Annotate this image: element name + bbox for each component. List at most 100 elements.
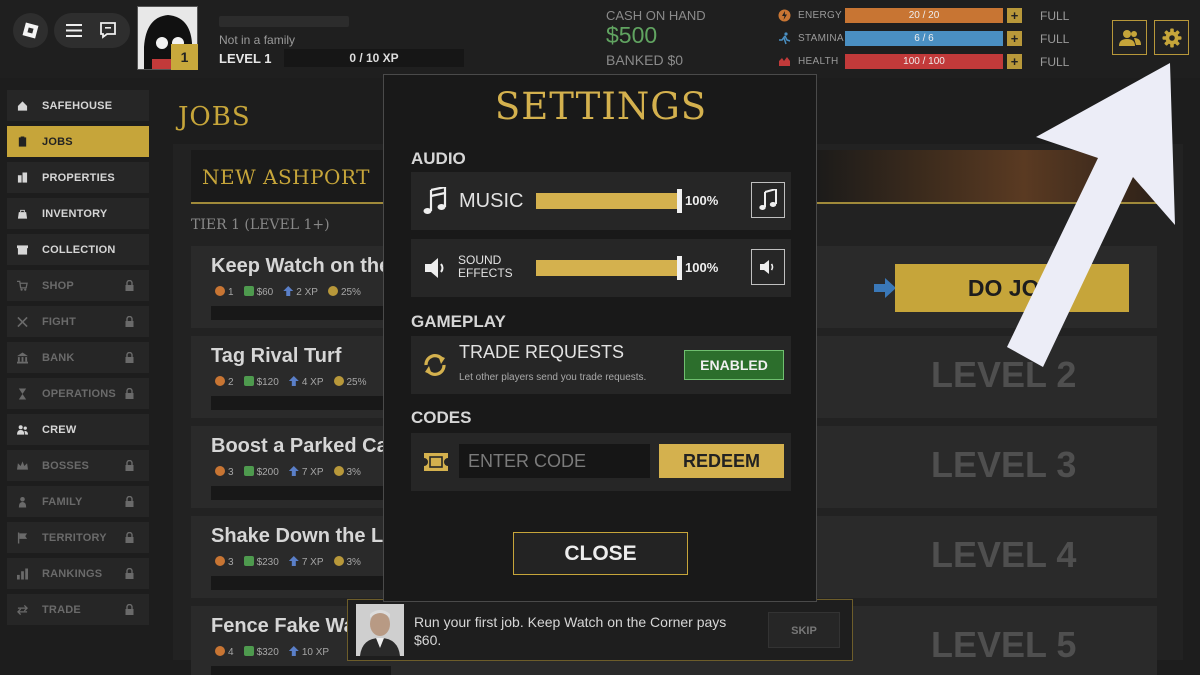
sidebar-item-label: SHOP: [42, 279, 74, 292]
sidebar-item-rankings[interactable]: RANKINGS: [7, 558, 149, 589]
xp-arrow-icon: [283, 286, 294, 296]
ticket-icon: [424, 453, 448, 471]
close-button[interactable]: CLOSE: [513, 532, 688, 575]
job-xp-value: 10 XP: [301, 647, 330, 658]
sidebar-item-properties[interactable]: PROPERTIES: [7, 162, 149, 193]
settings-button[interactable]: [1154, 20, 1189, 55]
job-loot: 3%: [333, 556, 361, 568]
clipboard-icon: [17, 136, 28, 147]
loot-bag-icon: [333, 556, 344, 566]
job-title: Boost a Parked Car: [211, 435, 396, 457]
sfx-label: SOUND EFFECTS: [458, 254, 513, 280]
code-input[interactable]: [459, 444, 650, 478]
job-energy-value: 1: [228, 287, 234, 298]
job-energy-value: 4: [228, 647, 234, 658]
stamina-stat: STAMINA 6 / 6 + FULL: [778, 31, 1078, 47]
chat-icon[interactable]: [99, 22, 117, 39]
cash-icon: [243, 556, 254, 566]
sidebar-item-label: COLLECTION: [42, 243, 116, 256]
energy-status: FULL: [1040, 9, 1070, 23]
job-energy: 3: [215, 556, 234, 568]
buildings-icon: [17, 172, 28, 183]
job-rewards: 3 $200 7 XP 3%: [215, 466, 371, 478]
roblox-logo-icon: [22, 22, 39, 39]
roblox-menu-button[interactable]: [13, 13, 48, 48]
trade-requests-row: TRADE REQUESTS Let other players send yo…: [411, 336, 791, 394]
flag-icon: [17, 532, 28, 543]
job-cash-value: $120: [256, 377, 279, 388]
skip-button[interactable]: SKIP: [768, 612, 840, 648]
job-xp-value: 4 XP: [301, 377, 324, 388]
sidebar-item-label: INVENTORY: [42, 207, 108, 220]
energy-refill-button[interactable]: +: [1007, 8, 1022, 23]
sfx-toggle-button[interactable]: [751, 249, 785, 285]
speaker-icon: [425, 258, 444, 278]
sidebar-item-safehouse[interactable]: SAFEHOUSE: [7, 90, 149, 121]
sfx-slider-knob[interactable]: [677, 256, 682, 280]
swap-icon: [17, 604, 28, 615]
job-level-requirement: LEVEL 4: [931, 534, 1077, 575]
health-icon: [779, 57, 790, 66]
redeem-button[interactable]: REDEEM: [659, 444, 784, 478]
trade-requests-title: TRADE REQUESTS: [459, 342, 625, 362]
friends-button[interactable]: [1112, 20, 1147, 55]
sidebar-item-jobs[interactable]: JOBS: [7, 126, 149, 157]
sfx-volume-slider[interactable]: [536, 256, 682, 280]
sidebar-item-crew[interactable]: CREW: [7, 414, 149, 445]
codes-row: REDEEM: [411, 433, 791, 491]
sidebar-item-inventory[interactable]: INVENTORY: [7, 198, 149, 229]
job-rewards: 3 $230 7 XP 3%: [215, 556, 371, 568]
sfx-row: SOUND EFFECTS 100%: [411, 239, 791, 297]
music-label: MUSIC: [459, 190, 524, 212]
jobs-title: JOBS: [178, 102, 251, 132]
job-level-requirement: LEVEL 3: [931, 444, 1077, 485]
job-progress-bar: [211, 306, 391, 320]
trade-requests-toggle[interactable]: ENABLED: [684, 350, 784, 380]
stamina-label: STAMINA: [798, 33, 844, 44]
trade-requests-desc: Let other players send you trade request…: [459, 372, 647, 383]
job-energy: 1: [215, 286, 234, 298]
stamina-icon: [779, 32, 791, 45]
lock-icon: [125, 568, 134, 579]
job-energy: 4: [215, 646, 234, 658]
health-bar: 100 / 100: [845, 54, 1003, 69]
music-slider-knob[interactable]: [677, 189, 682, 213]
job-cash: $60: [243, 286, 273, 298]
sidebar-item-operations[interactable]: OPERATIONS: [7, 378, 149, 409]
xp-arrow-icon: [288, 376, 299, 386]
sidebar-item-label: TERRITORY: [42, 531, 107, 544]
stamina-refill-button[interactable]: +: [1007, 31, 1022, 46]
city-name: NEW ASHPORT: [202, 165, 370, 189]
xp-arrow-icon: [288, 646, 299, 656]
tutorial-bar: Run your first job. Keep Watch on the Co…: [347, 599, 853, 661]
sidebar-item-bosses[interactable]: BOSSES: [7, 450, 149, 481]
codes-header: CODES: [411, 408, 472, 427]
level-badge: 1: [171, 44, 198, 70]
lock-icon: [125, 280, 134, 291]
music-volume-slider[interactable]: [536, 189, 682, 213]
sidebar-item-trade[interactable]: TRADE: [7, 594, 149, 625]
energy-label: ENERGY: [798, 10, 843, 21]
job-progress-bar: [211, 666, 391, 675]
energy-icon: [215, 556, 225, 566]
job-energy: 2: [215, 376, 234, 388]
sfx-volume-value: 100%: [685, 260, 719, 275]
sidebar-item-collection[interactable]: COLLECTION: [7, 234, 149, 265]
sidebar-item-family[interactable]: FAMILY: [7, 486, 149, 517]
sidebar-item-shop[interactable]: SHOP: [7, 270, 149, 301]
xp-bar: 0 / 10 XP: [284, 49, 464, 67]
music-toggle-button[interactable]: [751, 182, 785, 218]
settings-modal: SETTINGS AUDIO MUSIC 100% SOUND EFFECTS 1…: [383, 74, 817, 602]
loot-bag-icon: [333, 376, 344, 386]
hamburger-icon[interactable]: [66, 23, 82, 38]
job-xp-value: 7 XP: [301, 557, 324, 568]
sidebar-item-label: FAMILY: [42, 495, 83, 508]
banked-amount: BANKED $0: [606, 52, 684, 68]
lock-icon: [125, 532, 134, 543]
sidebar-item-territory[interactable]: TERRITORY: [7, 522, 149, 553]
sidebar-item-fight[interactable]: FIGHT: [7, 306, 149, 337]
bank-icon: [17, 352, 28, 363]
lock-icon: [125, 460, 134, 471]
sidebar-item-bank[interactable]: BANK: [7, 342, 149, 373]
mentor-portrait: [356, 604, 404, 656]
